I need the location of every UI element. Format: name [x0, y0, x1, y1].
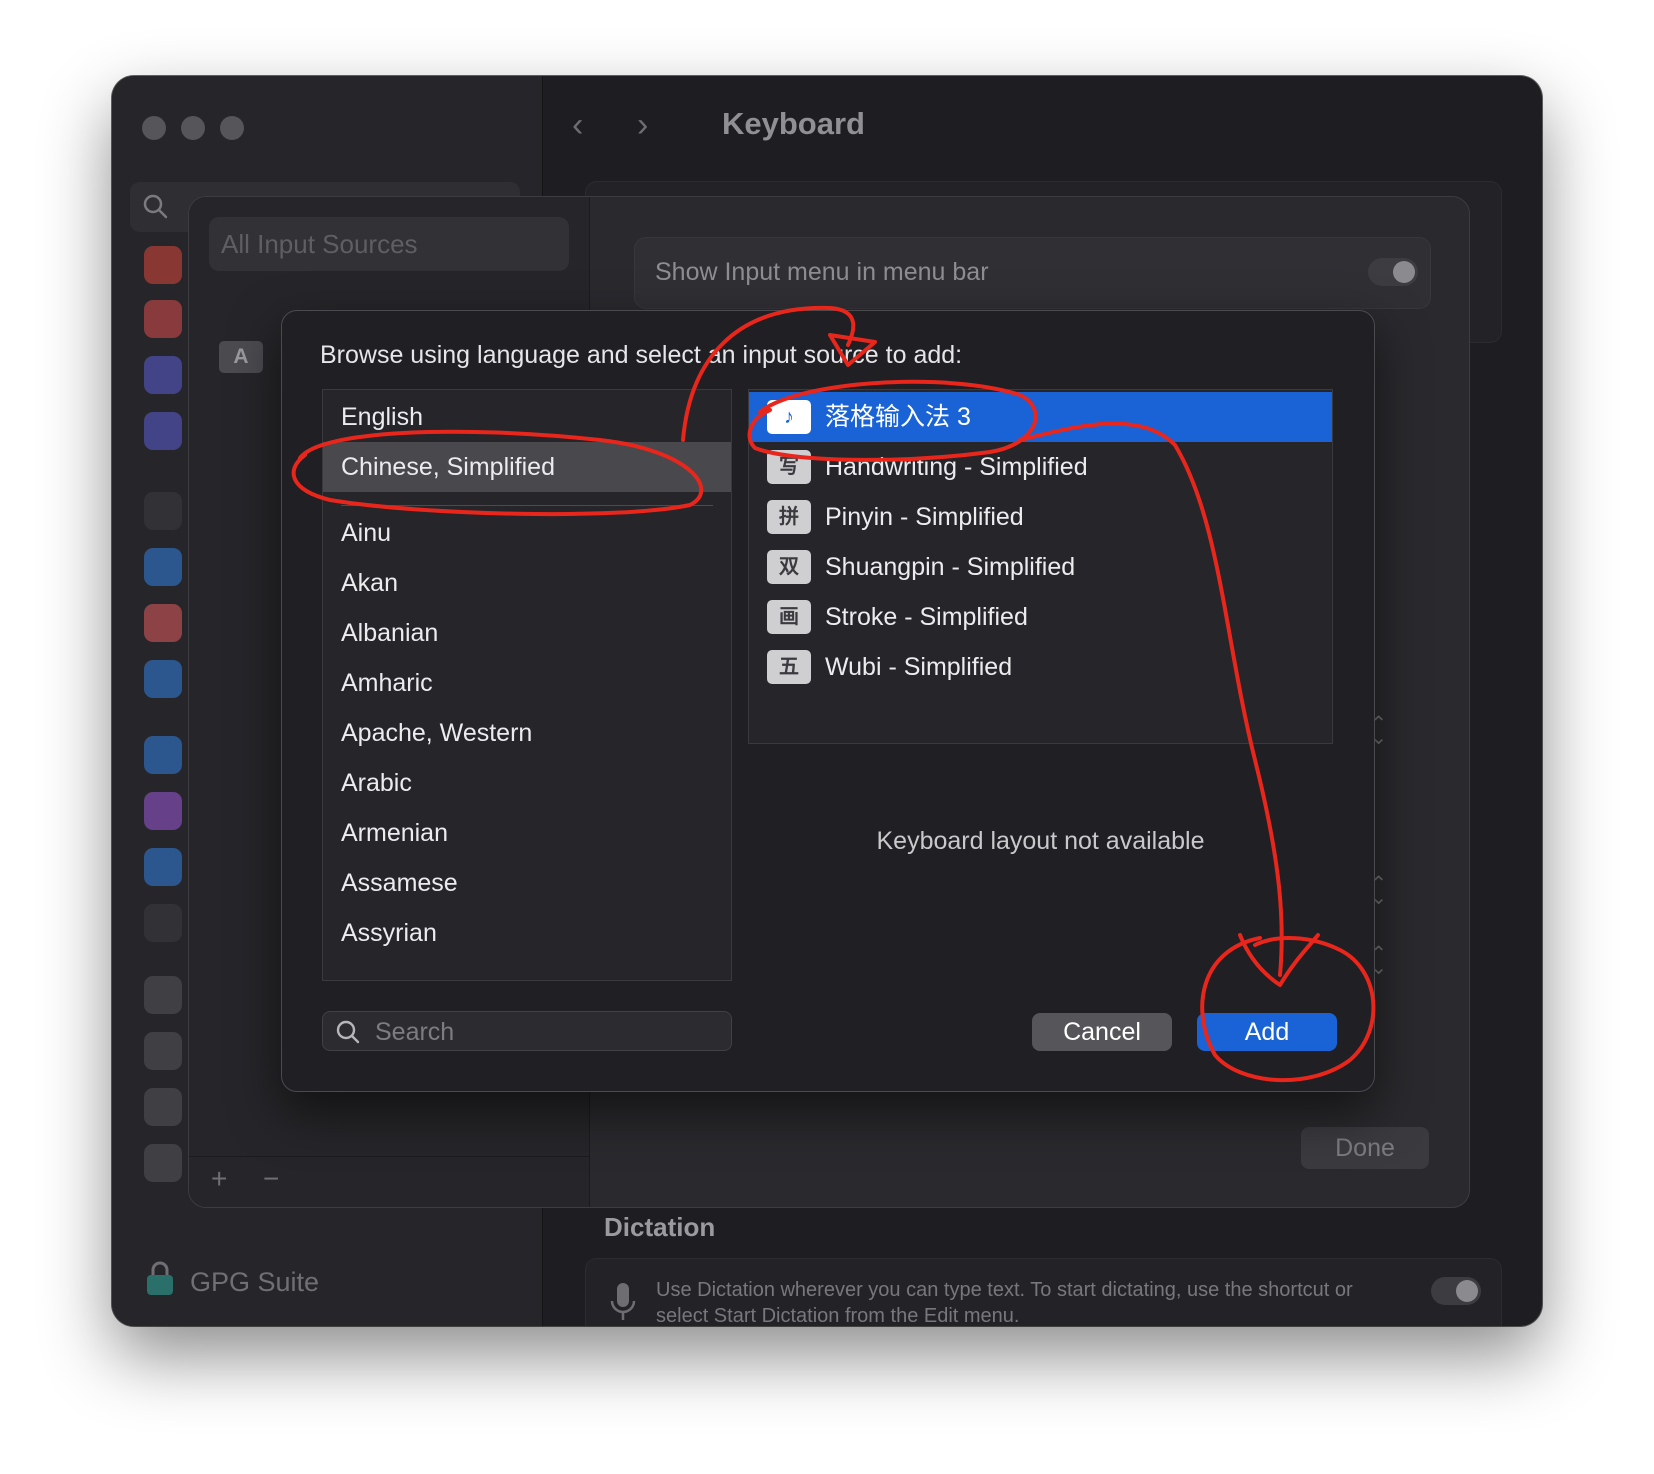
input-source-list[interactable]: ♪ 落格输入法 3 写 Handwriting - Simplified 拼 P…: [748, 389, 1333, 744]
cancel-button[interactable]: Cancel: [1032, 1013, 1172, 1051]
input-source-label: Handwriting - Simplified: [825, 453, 1088, 481]
dictation-toggle[interactable]: [1431, 1277, 1481, 1305]
language-item[interactable]: Apache, Western: [323, 708, 731, 758]
language-list-divider: [341, 505, 713, 506]
page-title: Keyboard: [722, 106, 865, 141]
sidebar-item-label: GPG Suite: [190, 1267, 320, 1297]
pinyin-icon: 拼: [767, 500, 811, 534]
input-source-label: Shuangpin - Simplified: [825, 553, 1076, 581]
dialog-prompt: Browse using language and select an inpu…: [320, 341, 963, 369]
add-input-source-dialog: Browse using language and select an inpu…: [281, 310, 1375, 1092]
sidebar-app-icon[interactable]: [144, 792, 182, 830]
language-item[interactable]: Armenian: [323, 808, 731, 858]
sidebar-app-icon[interactable]: [144, 492, 182, 530]
wubi-icon: 五: [767, 650, 811, 684]
language-item-chinese-simplified[interactable]: Chinese, Simplified: [323, 442, 731, 492]
language-item[interactable]: Arabic: [323, 758, 731, 808]
input-source-item-shuangpin[interactable]: 双 Shuangpin - Simplified: [749, 542, 1332, 592]
dictation-section-title: Dictation: [604, 1212, 716, 1242]
forward-button[interactable]: ›: [637, 106, 648, 145]
sidebar-app-icon[interactable]: [144, 736, 182, 774]
sidebar-app-icon[interactable]: [144, 548, 182, 586]
zoom-window-button[interactable]: [220, 116, 244, 140]
sidebar-app-icon[interactable]: [144, 1088, 182, 1126]
language-item[interactable]: Albanian: [323, 608, 731, 658]
search-icon: [142, 193, 168, 224]
stroke-icon: 画: [767, 600, 811, 634]
sidebar-app-icon[interactable]: [144, 356, 182, 394]
language-item[interactable]: Assamese: [323, 858, 731, 908]
input-source-item-wubi[interactable]: 五 Wubi - Simplified: [749, 642, 1332, 692]
sidebar-item-gpg-suite[interactable]: GPG Suite: [144, 1261, 319, 1304]
main-header: ‹ ›: [542, 76, 1542, 186]
add-source-button[interactable]: +: [211, 1163, 227, 1195]
sheet-footer: + −: [189, 1156, 589, 1207]
sidebar-app-icon[interactable]: [144, 660, 182, 698]
input-source-label: Pinyin - Simplified: [825, 503, 1024, 531]
language-item[interactable]: Assyrian: [323, 908, 731, 958]
search-icon: [335, 1019, 361, 1050]
language-search-field[interactable]: [322, 1011, 732, 1051]
done-button[interactable]: Done: [1301, 1127, 1429, 1169]
input-source-label: Stroke - Simplified: [825, 603, 1028, 631]
abc-input-source-icon[interactable]: A: [219, 341, 263, 373]
dictation-description: Use Dictation wherever you can type text…: [656, 1279, 1353, 1326]
minimize-window-button[interactable]: [181, 116, 205, 140]
luoge-input-icon: ♪: [767, 400, 811, 434]
back-button[interactable]: ‹: [572, 106, 583, 145]
language-item-english[interactable]: English: [323, 392, 731, 442]
input-source-label: 落格输入法 3: [825, 403, 971, 431]
input-source-item-luoge[interactable]: ♪ 落格输入法 3: [749, 392, 1332, 442]
keyboard-layout-message: Keyboard layout not available: [876, 827, 1205, 855]
remove-source-button[interactable]: −: [263, 1163, 279, 1195]
language-item[interactable]: Amharic: [323, 658, 731, 708]
microphone-icon: [608, 1281, 638, 1326]
show-input-menu-row: Show Input menu in menu bar: [634, 237, 1431, 309]
dictation-card: Use Dictation wherever you can type text…: [585, 1258, 1502, 1326]
input-source-item-pinyin[interactable]: 拼 Pinyin - Simplified: [749, 492, 1332, 542]
lock-icon: [144, 1261, 176, 1304]
sidebar-app-icon[interactable]: [144, 412, 182, 450]
sidebar-app-icon[interactable]: [144, 1144, 182, 1182]
language-list[interactable]: English Chinese, Simplified Ainu Akan Al…: [322, 389, 732, 981]
sidebar-app-icon[interactable]: [144, 848, 182, 886]
sidebar-app-icon[interactable]: [144, 976, 182, 1014]
show-input-menu-toggle[interactable]: [1368, 258, 1418, 286]
close-window-button[interactable]: [142, 116, 166, 140]
sidebar-app-icon[interactable]: [144, 904, 182, 942]
input-source-label: Wubi - Simplified: [825, 653, 1013, 681]
language-item[interactable]: Ainu: [323, 508, 731, 558]
search-input[interactable]: [373, 1016, 717, 1048]
shuangpin-icon: 双: [767, 550, 811, 584]
add-button[interactable]: Add: [1197, 1013, 1337, 1051]
sidebar-app-icon[interactable]: [144, 604, 182, 642]
show-input-menu-label: Show Input menu in menu bar: [655, 258, 989, 286]
all-input-sources-item[interactable]: All Input Sources: [209, 217, 569, 271]
input-source-item-handwriting[interactable]: 写 Handwriting - Simplified: [749, 442, 1332, 492]
sidebar-app-icon[interactable]: [144, 246, 182, 284]
sidebar-app-icon[interactable]: [144, 300, 182, 338]
sidebar-app-icon[interactable]: [144, 1032, 182, 1070]
language-item[interactable]: Akan: [323, 558, 731, 608]
handwriting-icon: 写: [767, 450, 811, 484]
input-source-item-stroke[interactable]: 画 Stroke - Simplified: [749, 592, 1332, 642]
